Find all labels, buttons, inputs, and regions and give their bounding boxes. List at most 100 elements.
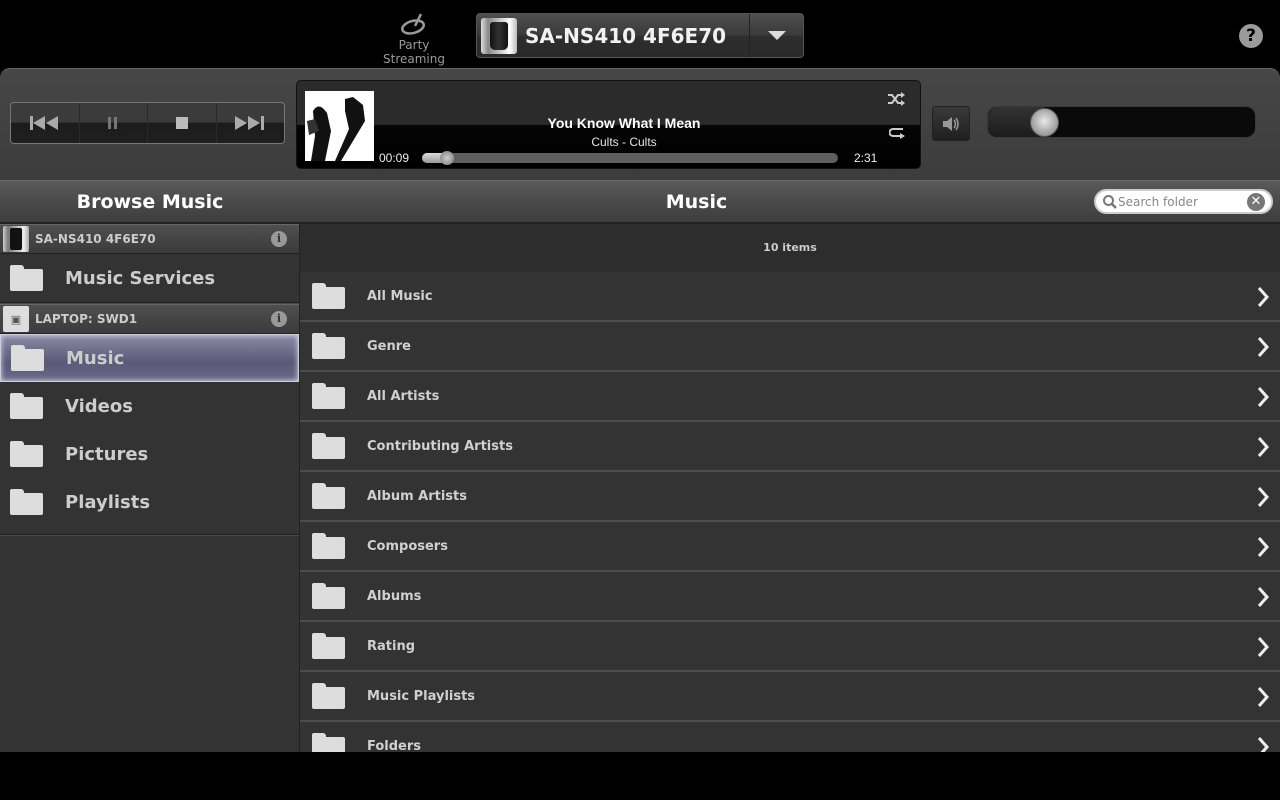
repeat-button[interactable] xyxy=(888,126,905,145)
list-item[interactable]: Genre xyxy=(300,322,1280,372)
chevron-right-icon xyxy=(1257,537,1270,557)
skip-previous-icon xyxy=(29,116,58,130)
time-total: 2:31 xyxy=(854,151,878,165)
device-dropdown-button[interactable] xyxy=(749,14,803,57)
folder-icon xyxy=(312,383,345,409)
list-item[interactable]: All Artists xyxy=(300,372,1280,422)
chevron-right-icon xyxy=(1257,387,1270,407)
laptop-icon: ▣ xyxy=(3,306,29,332)
close-icon: ✕ xyxy=(1250,193,1262,209)
device-selector[interactable]: SA-NS410 4F6E70 xyxy=(476,13,804,58)
list-item-label: All Music xyxy=(367,288,433,304)
speaker-icon xyxy=(3,226,29,252)
list-item-label: Composers xyxy=(367,538,448,554)
list-item-label: Music Playlists xyxy=(367,688,476,704)
previous-button[interactable] xyxy=(11,103,80,143)
sidebar-item-label: Music xyxy=(66,347,125,369)
folder-icon xyxy=(10,489,43,515)
info-icon[interactable]: i xyxy=(271,311,287,327)
next-button[interactable] xyxy=(217,103,285,143)
source-header-laptop[interactable]: ▣ LAPTOP: SWD1 i xyxy=(0,304,299,334)
sidebar-item-videos[interactable]: Videos xyxy=(0,382,299,430)
folder-icon xyxy=(312,683,345,709)
stop-button[interactable] xyxy=(148,103,217,143)
shuffle-icon xyxy=(888,92,905,106)
source-name: LAPTOP: SWD1 xyxy=(35,312,138,326)
skip-next-icon xyxy=(235,116,265,130)
list-item[interactable]: Composers xyxy=(300,522,1280,572)
track-title: You Know What I Mean xyxy=(547,115,701,131)
sidebar-item-playlists[interactable]: Playlists xyxy=(0,478,299,526)
volume-handle[interactable] xyxy=(1030,108,1060,137)
list-item[interactable]: Album Artists xyxy=(300,472,1280,522)
list-item[interactable]: Albums xyxy=(300,572,1280,622)
chevron-right-icon xyxy=(1257,487,1270,507)
list-item[interactable]: Music Playlists xyxy=(300,672,1280,722)
repeat-icon xyxy=(888,128,905,139)
browse-title: Browse Music xyxy=(76,191,224,213)
sidebar-item-music-services[interactable]: Music Services xyxy=(0,254,299,302)
list-item[interactable]: Folders xyxy=(300,722,1280,752)
chevron-right-icon xyxy=(1257,337,1270,357)
folder-icon xyxy=(11,345,44,371)
folder-icon xyxy=(10,441,43,467)
folder-icon xyxy=(312,483,345,509)
list-item-label: Genre xyxy=(367,338,411,354)
content-title: Music xyxy=(665,191,728,213)
music-note-icon xyxy=(401,13,425,35)
sidebar-item-label: Pictures xyxy=(65,443,149,465)
chevron-right-icon xyxy=(1257,287,1270,307)
mute-button[interactable] xyxy=(932,106,970,141)
search-input[interactable] xyxy=(1118,194,1247,209)
stop-icon xyxy=(175,117,188,129)
item-count: 10 items xyxy=(763,241,817,254)
search-icon xyxy=(1103,194,1117,209)
pause-icon xyxy=(108,117,118,129)
source-name: SA-NS410 4F6E70 xyxy=(35,232,156,246)
chevron-down-icon xyxy=(767,31,786,40)
browse-header: Browse Music Music ✕ xyxy=(0,180,1280,224)
chevron-right-icon xyxy=(1257,587,1270,607)
info-icon[interactable]: i xyxy=(271,231,287,247)
now-playing-panel: You Know What I Mean Cults - Cults 00:09… xyxy=(296,80,921,169)
shuffle-button[interactable] xyxy=(887,91,905,110)
list-item-label: Album Artists xyxy=(367,488,467,504)
list-item[interactable]: All Music xyxy=(300,272,1280,322)
list-item-label: Folders xyxy=(367,738,422,753)
list-item[interactable]: Contributing Artists xyxy=(300,422,1280,472)
list-item-label: All Artists xyxy=(367,388,440,404)
folder-icon xyxy=(312,633,345,659)
time-elapsed: 00:09 xyxy=(379,151,410,165)
sidebar: SA-NS410 4F6E70 i Music Services ▣ LAPTO… xyxy=(0,224,300,752)
player-panel: You Know What I Mean Cults - Cults 00:09… xyxy=(0,68,1280,180)
seek-handle[interactable] xyxy=(439,151,454,165)
folder-icon xyxy=(312,533,345,559)
list-item[interactable]: Rating xyxy=(300,622,1280,672)
sidebar-item-pictures[interactable]: Pictures xyxy=(0,430,299,478)
seek-bar[interactable] xyxy=(422,151,838,165)
sidebar-item-music[interactable]: Music xyxy=(0,334,299,382)
speaker-icon xyxy=(943,116,959,131)
transport-controls xyxy=(10,102,285,144)
chevron-right-icon xyxy=(1257,737,1270,752)
device-name: SA-NS410 4F6E70 xyxy=(525,23,727,48)
track-artist: Cults - Cults xyxy=(591,135,657,149)
clear-search-button[interactable]: ✕ xyxy=(1247,192,1265,211)
chevron-right-icon xyxy=(1257,687,1270,707)
list-item-label: Albums xyxy=(367,588,422,604)
list-item-label: Rating xyxy=(367,638,416,654)
folder-icon xyxy=(312,283,345,309)
folder-icon xyxy=(10,393,43,419)
divider xyxy=(0,534,299,536)
volume-slider[interactable] xyxy=(987,106,1256,138)
sidebar-item-label: Videos xyxy=(65,395,133,417)
pause-button[interactable] xyxy=(80,103,148,143)
party-streaming-button[interactable]: Party Streaming xyxy=(366,12,462,66)
system-bar xyxy=(0,752,1280,800)
party-streaming-label: Party Streaming xyxy=(383,38,445,66)
help-button[interactable]: ? xyxy=(1239,24,1263,48)
sidebar-item-label: Music Services xyxy=(65,267,216,289)
chevron-right-icon xyxy=(1257,437,1270,457)
source-header-device[interactable]: SA-NS410 4F6E70 i xyxy=(0,224,299,254)
search-field[interactable]: ✕ xyxy=(1094,189,1273,214)
